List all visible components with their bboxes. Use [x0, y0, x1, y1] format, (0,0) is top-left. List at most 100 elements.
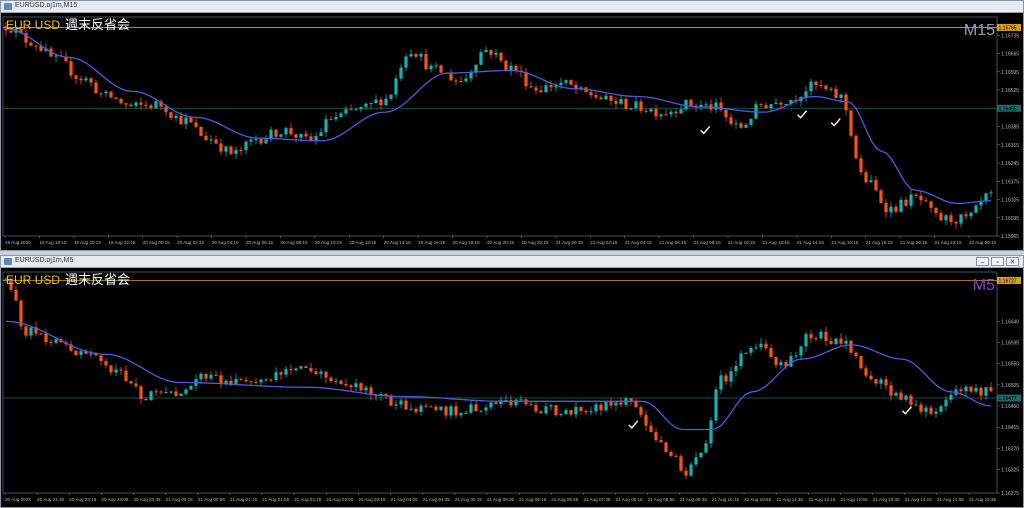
candle-bear — [309, 136, 313, 141]
x-tick-label: 21 Aug 14:55 — [937, 497, 965, 502]
candle-bear — [674, 455, 678, 457]
candle-bear — [884, 379, 888, 386]
candle-bear — [339, 380, 343, 384]
candle-bull — [704, 443, 708, 453]
candle-bull — [429, 65, 433, 70]
candle-bear — [969, 386, 973, 392]
candle-bear — [124, 370, 128, 382]
candle-bear — [854, 352, 858, 357]
candle-bull — [324, 119, 328, 133]
x-tick-label: 21 Aug 06:15 — [519, 497, 547, 502]
candle-bull — [184, 389, 188, 394]
x-tick-label: 20 Aug 16:15 — [418, 240, 446, 245]
candle-bull — [494, 52, 498, 55]
candle-bull — [514, 399, 518, 406]
candle-bear — [404, 400, 408, 410]
chart-window-icon — [4, 3, 12, 10]
candle-bear — [599, 97, 603, 100]
x-tick-label: 21 Aug 16:15 — [831, 240, 859, 245]
candle-bear — [949, 215, 953, 222]
maximize-button[interactable]: ▫ — [991, 257, 1004, 266]
candle-bull — [339, 113, 343, 117]
y-tick-label: 1.16460 — [1001, 404, 1019, 410]
candle-bull — [399, 67, 403, 79]
candle-bear — [274, 129, 278, 137]
candle-bear — [434, 406, 438, 411]
candle-bear — [129, 104, 133, 106]
candle-bull — [299, 133, 303, 138]
candle-bear — [609, 95, 613, 101]
candle-bear — [449, 72, 453, 81]
candle-bull — [809, 81, 813, 92]
candle-bear — [929, 201, 933, 208]
chart-window-m15[interactable]: EURUSD.oj1m,M15 1.16735 1.16665 1.16595 1.1… — [0, 0, 1024, 251]
x-tick-label: 21 Aug 04:05 — [391, 497, 419, 502]
candle-bear — [929, 407, 933, 414]
candle-bear — [169, 112, 173, 118]
overlay-title: 週末反省会 — [65, 18, 130, 33]
candle-bear — [359, 383, 363, 391]
candle-bear — [569, 80, 573, 85]
price-chart-m5[interactable]: 1.16727 1.16640 1.16595 1.16550 1.16505 1.164… — [1, 268, 1023, 507]
x-tick-label: 21 Aug 08:15 — [694, 240, 722, 245]
x-tick-label: 20 Aug 02:15 — [177, 240, 205, 245]
candle-bear — [104, 361, 108, 366]
x-tick-label: 21 Aug 15:35 — [969, 497, 997, 502]
candle-bull — [899, 199, 903, 212]
candle-bull — [589, 411, 593, 413]
x-tick-label: 21 Aug 13:35 — [873, 497, 901, 502]
x-tick-label: 20 Aug 00:15 — [143, 240, 171, 245]
y-tick-label: 1.16245 — [1001, 161, 1019, 167]
candle-bear — [839, 338, 843, 344]
candle-bear — [459, 81, 463, 83]
candle-bear — [939, 213, 943, 221]
candle-bear — [924, 200, 928, 202]
x-tick-label: 21 Aug 00:15 — [556, 240, 584, 245]
chart-window-m5[interactable]: EURUSD.oj1m,M5 – ▫ ✕ 1.16727 1.16640 1.165… — [0, 255, 1024, 508]
price-chart-m15[interactable]: 1.16735 1.16665 1.16595 1.16525 1.16455 1.163… — [1, 13, 1023, 250]
candle-bear — [864, 368, 868, 376]
candle-bear — [674, 111, 678, 114]
candle-bull — [939, 406, 943, 412]
candle-bull — [254, 139, 258, 141]
candle-bull — [364, 103, 368, 107]
minimize-button[interactable]: – — [976, 257, 989, 266]
x-tick-label: 21 Aug 22:15 — [935, 240, 963, 245]
candle-bull — [689, 464, 693, 476]
candle-bull — [449, 406, 453, 416]
candle-bear — [329, 377, 333, 382]
candle-bull — [279, 134, 283, 137]
window-titlebar[interactable]: EURUSD.oj1m,M15 — [1, 1, 1023, 13]
candle-bear — [629, 398, 633, 401]
candle-bull — [244, 141, 248, 151]
candle-bull — [389, 94, 393, 99]
candle-bull — [914, 404, 918, 406]
candle-bull — [699, 452, 703, 458]
x-tick-label: 20 Aug 22:15 — [521, 240, 549, 245]
candle-bear — [429, 406, 433, 408]
candle-bear — [654, 432, 658, 441]
candle-bull — [649, 109, 653, 112]
checkmark-icon — [797, 110, 808, 119]
candle-bear — [684, 470, 688, 476]
x-tick-label: 21 Aug 14:15 — [905, 497, 933, 502]
candle-bear — [219, 143, 223, 152]
window-titlebar[interactable]: EURUSD.oj1m,M5 – ▫ ✕ — [1, 256, 1023, 268]
y-tick-label: 1.16275 — [1001, 491, 1019, 497]
x-tick-label: 20 Aug 22:15 — [69, 497, 97, 502]
candle-bull — [184, 117, 188, 125]
x-tick-label: 21 Aug 08:15 — [616, 497, 644, 502]
candle-bear — [639, 407, 643, 415]
candle-bull — [319, 132, 323, 137]
x-tick-label: 19 Aug 22:15 — [108, 240, 136, 245]
candle-bull — [299, 366, 303, 369]
moving-average-line — [5, 320, 992, 431]
candle-bear — [989, 387, 993, 392]
close-button[interactable]: ✕ — [1006, 257, 1019, 266]
candle-bear — [214, 374, 218, 376]
candle-bull — [409, 408, 413, 410]
x-tick-label: 21 Aug 00:15 — [166, 497, 194, 502]
candle-bull — [179, 393, 183, 396]
candle-bull — [714, 102, 718, 110]
candle-bull — [634, 101, 638, 109]
